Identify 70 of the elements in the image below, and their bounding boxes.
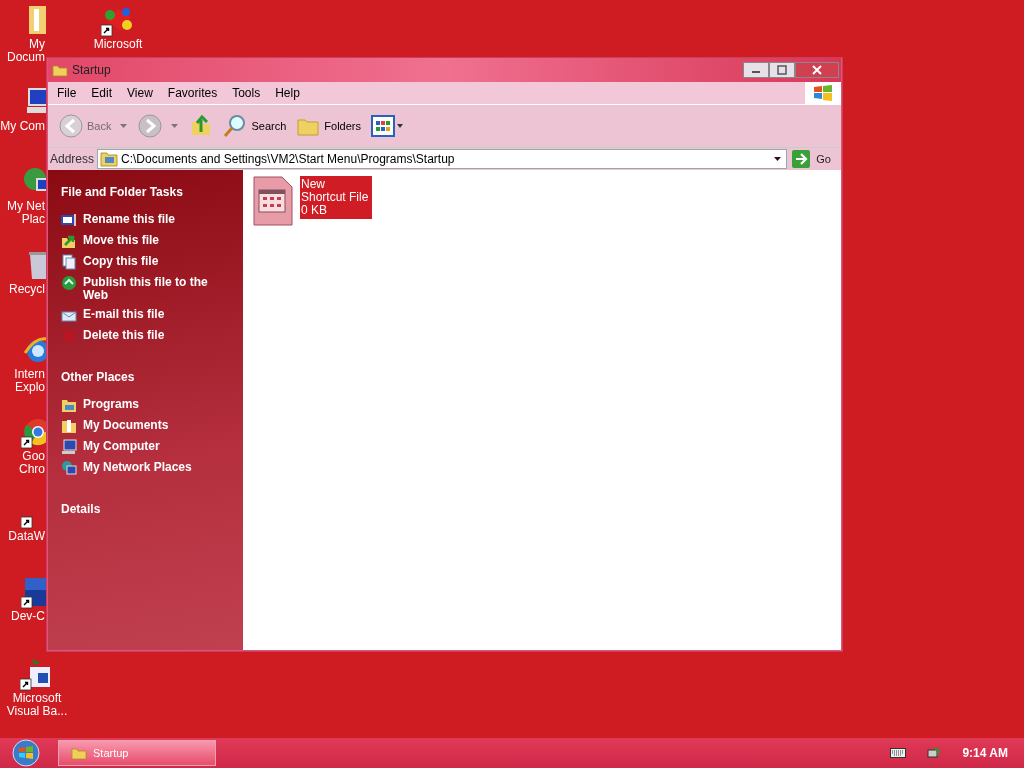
network-icon[interactable]	[926, 745, 943, 761]
desktop-icon-label: Chro	[19, 463, 45, 476]
clock: 9:14 AM	[962, 746, 1008, 760]
close-icon	[811, 65, 823, 75]
desktop-icon-label: My	[29, 38, 45, 51]
menu-item[interactable]: View	[118, 86, 159, 100]
address-label: Address	[50, 152, 95, 166]
caret-icon	[119, 123, 129, 129]
task-link[interactable]: E-mail this file	[83, 307, 165, 321]
menu-item[interactable]: Favorites	[158, 86, 224, 100]
desktop-icon-label: Microsoft	[12, 692, 62, 705]
search-icon	[223, 114, 248, 138]
cross-icon	[61, 328, 77, 344]
folder-icon	[71, 746, 87, 760]
menu-item[interactable]: Edit	[82, 86, 119, 100]
desktop-icon-label: Intern	[14, 368, 45, 381]
globe-icon	[61, 275, 77, 291]
close-button[interactable]	[795, 62, 839, 78]
views-icon	[371, 115, 405, 137]
task-link[interactable]: Rename this file	[83, 212, 176, 226]
dropdown-caret-icon[interactable]	[773, 156, 783, 162]
folder-icon	[61, 397, 77, 413]
copy-icon	[61, 254, 77, 270]
network-icon	[61, 460, 77, 476]
arrow-icon	[792, 150, 811, 168]
maximize-button[interactable]	[769, 62, 795, 78]
folders-button[interactable]: Folders	[293, 112, 364, 140]
desktop-icon-label: Dev-C	[11, 610, 45, 623]
desktop-icon-label: Goo	[22, 450, 45, 463]
dev-app-icon[interactable]	[21, 575, 46, 609]
task-link[interactable]: My Documents	[83, 418, 169, 432]
desktop-icon-label: My Net	[7, 200, 45, 213]
desktop-icon-label: Plac	[21, 213, 45, 226]
task-link[interactable]: Publish this file to the Web	[83, 275, 235, 302]
task-link[interactable]: Copy this file	[83, 254, 159, 268]
rename-icon	[61, 212, 77, 228]
desktop-icon-label: Recycl	[9, 283, 45, 296]
window-title: Startup	[72, 63, 111, 77]
maximize-icon	[777, 65, 787, 75]
document-icon[interactable]	[253, 176, 293, 226]
task-link[interactable]: Delete this file	[83, 328, 165, 342]
desktop-icon-label: Explo	[14, 381, 45, 394]
pane-heading: File and Folder Tasks	[61, 185, 184, 199]
folder-icon	[52, 63, 68, 77]
desktop-icon-label: Microsoft	[93, 38, 143, 51]
desktop-icon-label: My Com	[0, 120, 45, 133]
caret-icon	[170, 123, 180, 129]
desktop-icon-label: Visual Ba...	[6, 705, 68, 718]
pane-heading: Details	[61, 502, 102, 516]
menu-item[interactable]: File	[48, 86, 83, 100]
menu-item[interactable]: Tools	[223, 86, 267, 100]
menu-item[interactable]: Help	[266, 86, 306, 100]
task-link[interactable]: My Computer	[83, 439, 160, 453]
address-field[interactable]: C:\Documents and Settings\VM2\Start Menu\Programs\Startup	[97, 149, 788, 169]
go-button[interactable]: Go	[790, 150, 839, 168]
task-link[interactable]: Programs	[83, 397, 140, 411]
computer-icon	[61, 439, 77, 455]
folder-icon	[61, 418, 77, 434]
search-button[interactable]: Search	[220, 112, 290, 140]
move-icon	[61, 233, 77, 249]
keyboard-icon[interactable]	[890, 748, 907, 758]
desktop-icon-label: DataW	[8, 530, 45, 543]
folder-icon	[100, 151, 119, 167]
windows-logo	[12, 739, 40, 767]
desktop-icon-label: Docum	[7, 51, 45, 64]
pane-heading: Other Places	[61, 370, 136, 384]
task-link[interactable]: Move this file	[83, 233, 159, 247]
minimize-button[interactable]	[743, 62, 769, 78]
file-label[interactable]: New Shortcut File 0 KB	[300, 176, 372, 219]
task-link[interactable]: My Network Places	[83, 460, 192, 474]
